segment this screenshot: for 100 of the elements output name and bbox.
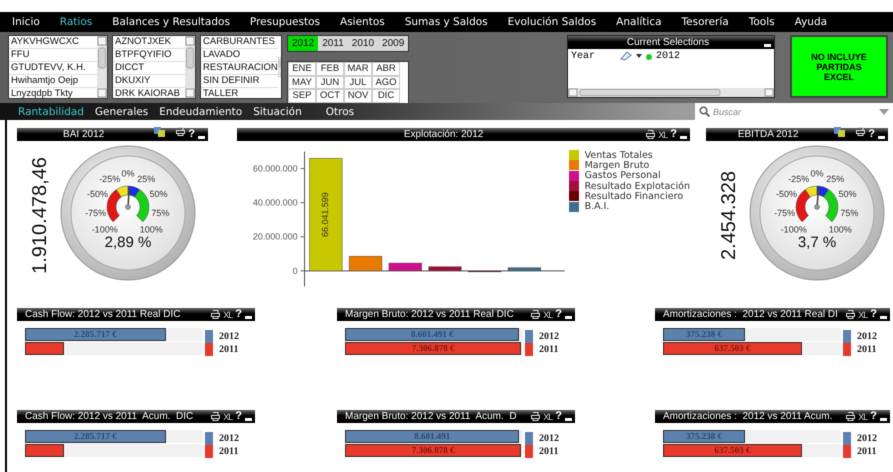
month-button[interactable]: MAY xyxy=(288,76,316,89)
minimize-button[interactable] xyxy=(880,418,887,420)
year-button[interactable]: 2012 xyxy=(288,36,318,51)
help-button[interactable]: ? xyxy=(870,309,877,320)
month-button[interactable]: JUL xyxy=(344,76,372,89)
status-dot xyxy=(646,54,652,60)
menu-item[interactable]: Sumas y Saldos xyxy=(404,16,488,28)
listbox[interactable]: AZNOTJXEK BTPFQYIFIO DICCT DKUXIY DRK KAIORAB xyxy=(112,35,196,99)
printer-icon[interactable] xyxy=(531,412,540,421)
tab[interactable]: Endeudamiento xyxy=(159,106,242,118)
panel-title: Cash Flow: 2012 vs 2011 Real DIC xyxy=(24,309,182,320)
printer-icon[interactable] xyxy=(531,310,540,319)
gauge-scale-label: 100% xyxy=(828,224,852,234)
legend-label: 2011 xyxy=(219,344,238,355)
help-button[interactable]: ? xyxy=(670,129,677,140)
minimize-button[interactable] xyxy=(565,418,572,420)
year-button[interactable]: 2011 xyxy=(318,36,348,51)
minimize-button[interactable] xyxy=(245,316,252,318)
month-button[interactable]: ABR xyxy=(372,62,400,76)
list-item[interactable]: CARBURANTES xyxy=(201,36,278,49)
scrollbar[interactable] xyxy=(568,88,774,97)
tab[interactable]: Generales xyxy=(94,106,148,118)
search-field[interactable]: Buscar xyxy=(695,103,893,120)
printer-icon[interactable] xyxy=(211,412,220,421)
eraser-icon[interactable] xyxy=(620,51,632,61)
tab[interactable]: Situación xyxy=(253,106,302,118)
year-button[interactable]: 2010 xyxy=(348,36,378,51)
month-button[interactable]: MAR xyxy=(344,62,372,76)
help-button[interactable]: ? xyxy=(235,411,242,422)
tab[interactable]: Rantabilidad xyxy=(18,106,84,118)
gauge-reading: 2,89 % xyxy=(104,234,152,250)
legend-label: Resultado Explotación xyxy=(584,180,690,192)
menu-item[interactable]: Ayuda xyxy=(794,16,828,28)
gauge-scale-label: 100% xyxy=(140,224,163,234)
copy-icon[interactable] xyxy=(834,126,846,136)
help-button[interactable]: ? xyxy=(188,129,195,140)
legend-label: B.A.I. xyxy=(584,201,610,212)
menu-item[interactable]: Asientos xyxy=(340,16,385,28)
month-button[interactable]: JUN xyxy=(316,76,344,89)
month-button[interactable]: ENE xyxy=(288,62,316,76)
menu-item[interactable]: Tesorería xyxy=(682,16,729,28)
month-button[interactable]: OCT xyxy=(316,89,344,102)
listbox[interactable]: CARBURANTES LAVADO RESTAURACION SIN DEFINIR TALLER xyxy=(200,35,282,99)
listbox[interactable]: AYKVHGWCXC FFU GTUDTEVV, K.H. Hwihamtjo Oejp Lnyzqdpb Tkty xyxy=(8,35,108,99)
chart-bar xyxy=(508,267,542,272)
gauge-scale-label: -50% xyxy=(776,188,797,198)
minimize-button[interactable] xyxy=(878,136,885,138)
menu-item[interactable]: Analítica xyxy=(616,16,662,28)
panel-title: Margen Bruto: 2012 vs 2011 Acum. D xyxy=(344,411,518,422)
list-item[interactable]: LAVADO xyxy=(201,49,278,62)
minimize-button[interactable] xyxy=(680,136,687,138)
list-item[interactable]: RESTAURACION xyxy=(201,62,278,75)
excel-button[interactable]: XL xyxy=(223,310,232,320)
gauge-scale-label: 75% xyxy=(151,207,170,218)
month-button[interactable]: SEP xyxy=(288,89,316,102)
excel-button[interactable]: XL xyxy=(858,310,868,320)
printer-icon[interactable] xyxy=(846,310,856,319)
scrollbar[interactable] xyxy=(185,36,195,98)
scrollbar[interactable] xyxy=(97,36,107,98)
help-button[interactable]: ? xyxy=(555,411,562,422)
menu-item[interactable]: Presupuestos xyxy=(250,16,320,28)
month-button[interactable]: NOV xyxy=(344,89,372,102)
help-button[interactable]: ? xyxy=(235,309,242,320)
gauge-scale-label: -75% xyxy=(85,207,106,218)
list-item[interactable]: TALLER xyxy=(201,88,278,98)
minimize-button[interactable] xyxy=(245,418,252,420)
month-button[interactable]: FEB xyxy=(316,62,344,76)
menu-item[interactable]: Ratios xyxy=(60,16,92,28)
minimize-button[interactable] xyxy=(880,316,887,318)
copy-icon[interactable] xyxy=(154,126,166,136)
printer-icon[interactable] xyxy=(846,412,856,421)
help-button[interactable]: ? xyxy=(870,411,877,422)
printer-icon[interactable] xyxy=(211,310,220,319)
search-icon[interactable] xyxy=(699,106,710,117)
printer-icon[interactable] xyxy=(856,127,866,136)
minimize-button[interactable] xyxy=(764,44,771,46)
gauge-scale-label: 50% xyxy=(838,188,856,198)
menu-item[interactable]: Inicio xyxy=(12,16,40,28)
month-button[interactable]: DIC xyxy=(372,89,400,102)
excel-button[interactable]: XL xyxy=(543,310,552,320)
list-item[interactable]: SIN DEFINIR xyxy=(201,75,278,88)
tab[interactable]: Otros xyxy=(326,106,354,118)
menu-item[interactable]: Balances y Resultados xyxy=(112,16,230,28)
menu-item[interactable]: Tools xyxy=(748,16,775,28)
year-button[interactable]: 2009 xyxy=(378,36,408,51)
menu-item[interactable]: Evolución Saldos xyxy=(508,16,596,28)
chart-bar xyxy=(428,266,462,272)
excel-button[interactable]: XL xyxy=(658,130,668,140)
printer-icon[interactable] xyxy=(176,127,186,136)
excel-button[interactable]: XL xyxy=(543,412,552,422)
minimize-button[interactable] xyxy=(198,136,205,138)
minimize-button[interactable] xyxy=(565,316,572,318)
excel-button[interactable]: XL xyxy=(223,412,232,422)
printer-icon[interactable] xyxy=(646,130,656,139)
help-button[interactable]: ? xyxy=(555,309,562,320)
notice-button[interactable]: NO INCLUYE PARTIDAS EXCEL xyxy=(790,35,888,98)
excel-button[interactable]: XL xyxy=(858,412,868,422)
field-name: Year xyxy=(571,51,596,62)
month-button[interactable]: AGO xyxy=(372,76,400,89)
help-button[interactable]: ? xyxy=(868,129,875,140)
